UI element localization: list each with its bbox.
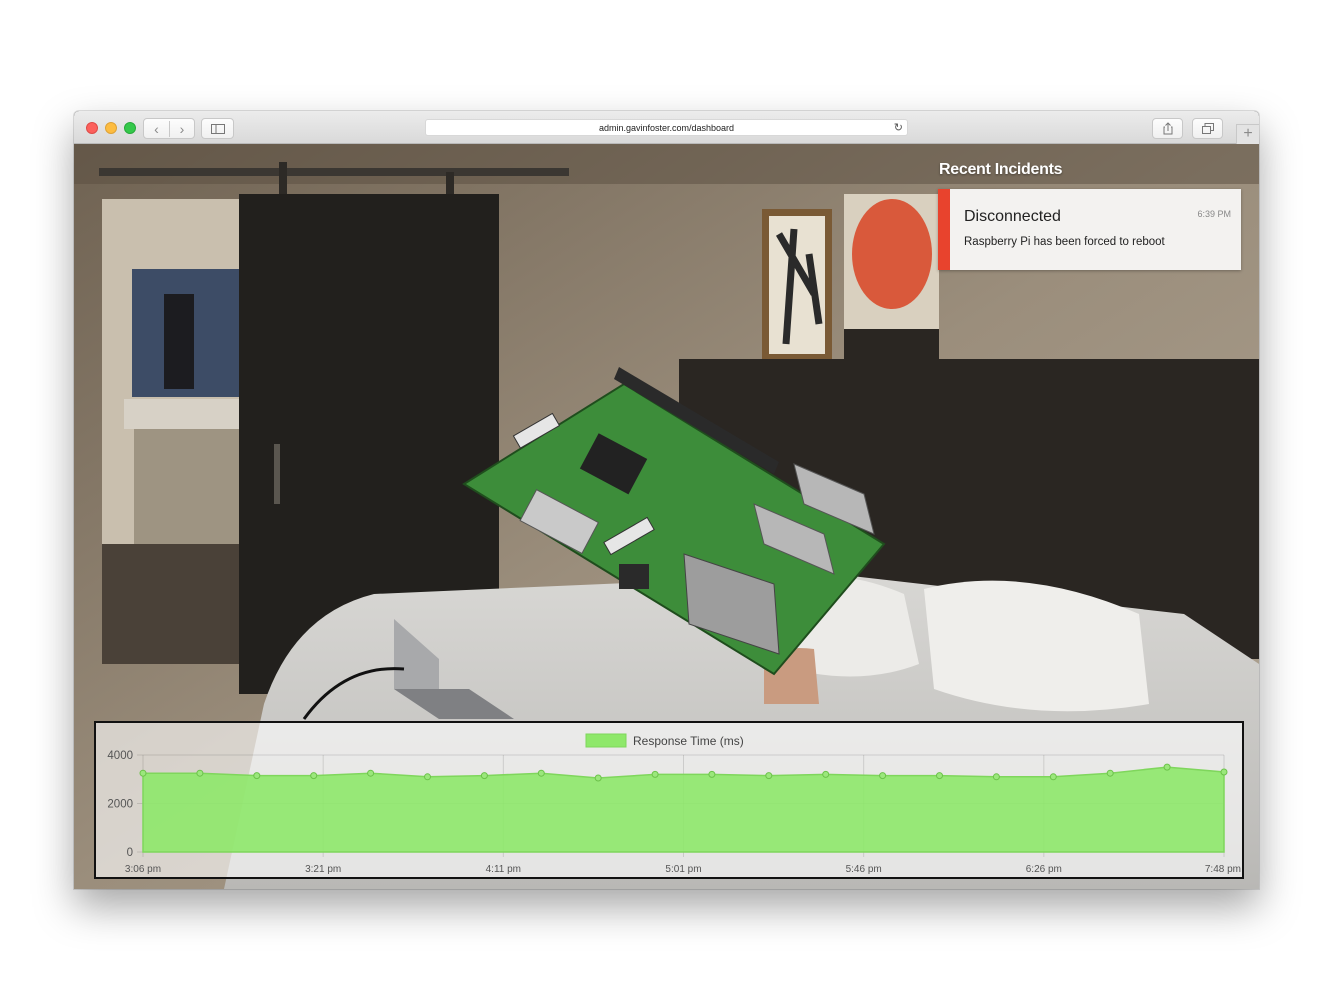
x-tick-label: 4:11 pm <box>486 864 521 875</box>
y-tick-label: 4000 <box>107 750 133 762</box>
show-tabs-button[interactable] <box>1192 118 1223 139</box>
data-point <box>139 769 147 777</box>
back-icon[interactable]: ‹ <box>144 121 169 137</box>
legend-label: Response Time (ms) <box>633 734 744 748</box>
new-tab-button[interactable]: + <box>1236 124 1259 144</box>
x-tick-label: 7:48 pm <box>1205 864 1241 875</box>
data-point <box>708 770 716 778</box>
incident-message: Raspberry Pi has been forced to reboot <box>964 236 1165 248</box>
sidebar-icon <box>210 123 225 134</box>
data-point <box>936 772 943 780</box>
data-point <box>196 769 204 777</box>
reload-icon[interactable]: ↻ <box>894 120 903 136</box>
minimize-window-button[interactable] <box>105 122 117 134</box>
chart-canvas: 4000 2000 0 3:06 pm 3:21 pm 4:11 pm 5:01 pm 5:4… <box>107 733 1241 875</box>
forward-icon[interactable]: › <box>168 120 194 137</box>
data-point <box>1106 769 1114 777</box>
data-point <box>1163 763 1171 771</box>
data-point <box>1220 768 1228 776</box>
data-point <box>765 772 773 780</box>
data-point <box>253 772 261 780</box>
incident-card[interactable]: Disconnected 6:39 PM Raspberry Pi has be… <box>938 189 1241 270</box>
share-button[interactable] <box>1152 118 1183 139</box>
navigation-buttons: ‹ › <box>143 118 195 139</box>
tabs-icon <box>1201 123 1214 134</box>
data-point <box>424 773 431 781</box>
recent-incidents-heading: Recent Incidents <box>939 161 1063 178</box>
x-tick-label: 3:06 pm <box>125 864 161 875</box>
data-point <box>310 772 318 780</box>
data-point <box>651 770 659 778</box>
close-window-button[interactable] <box>86 122 98 134</box>
y-tick-label: 0 <box>127 847 133 859</box>
x-tick-label: 3:21 pm <box>305 864 341 875</box>
sidebar-toggle-button[interactable] <box>201 118 234 139</box>
data-point <box>879 772 887 780</box>
data-point <box>367 769 375 777</box>
data-point <box>537 769 545 777</box>
response-time-area <box>142 766 1225 853</box>
share-icon <box>1163 122 1172 135</box>
data-point <box>1049 773 1057 781</box>
x-tick-label: 5:01 pm <box>665 864 701 875</box>
zoom-window-button[interactable] <box>124 122 136 134</box>
response-time-chart: 4000 2000 0 3:06 pm 3:21 pm 4:11 pm 5:01 pm 5:4… <box>94 721 1244 879</box>
incident-timestamp: 6:39 PM <box>1197 209 1231 219</box>
y-tick-label: 2000 <box>107 799 133 811</box>
data-point <box>480 772 488 780</box>
incident-title: Disconnected <box>964 208 1061 225</box>
data-point <box>992 773 1000 781</box>
address-bar[interactable]: admin.gavinfoster.com/dashboard ↻ <box>425 119 908 136</box>
x-tick-label: 6:26 pm <box>1026 864 1062 875</box>
data-point <box>822 770 830 778</box>
legend-swatch <box>585 733 627 748</box>
browser-window: ‹ › admin.gavinfoster.com/dashboard ↻ + <box>74 111 1259 889</box>
data-point <box>594 774 602 782</box>
x-tick-label: 5:46 pm <box>846 864 882 875</box>
url-text: admin.gavinfoster.com/dashboard <box>598 123 735 133</box>
browser-titlebar: ‹ › admin.gavinfoster.com/dashboard ↻ + <box>74 111 1259 144</box>
dashboard-page: Recent Incidents Disconnected 6:39 PM Ra… <box>74 144 1259 889</box>
